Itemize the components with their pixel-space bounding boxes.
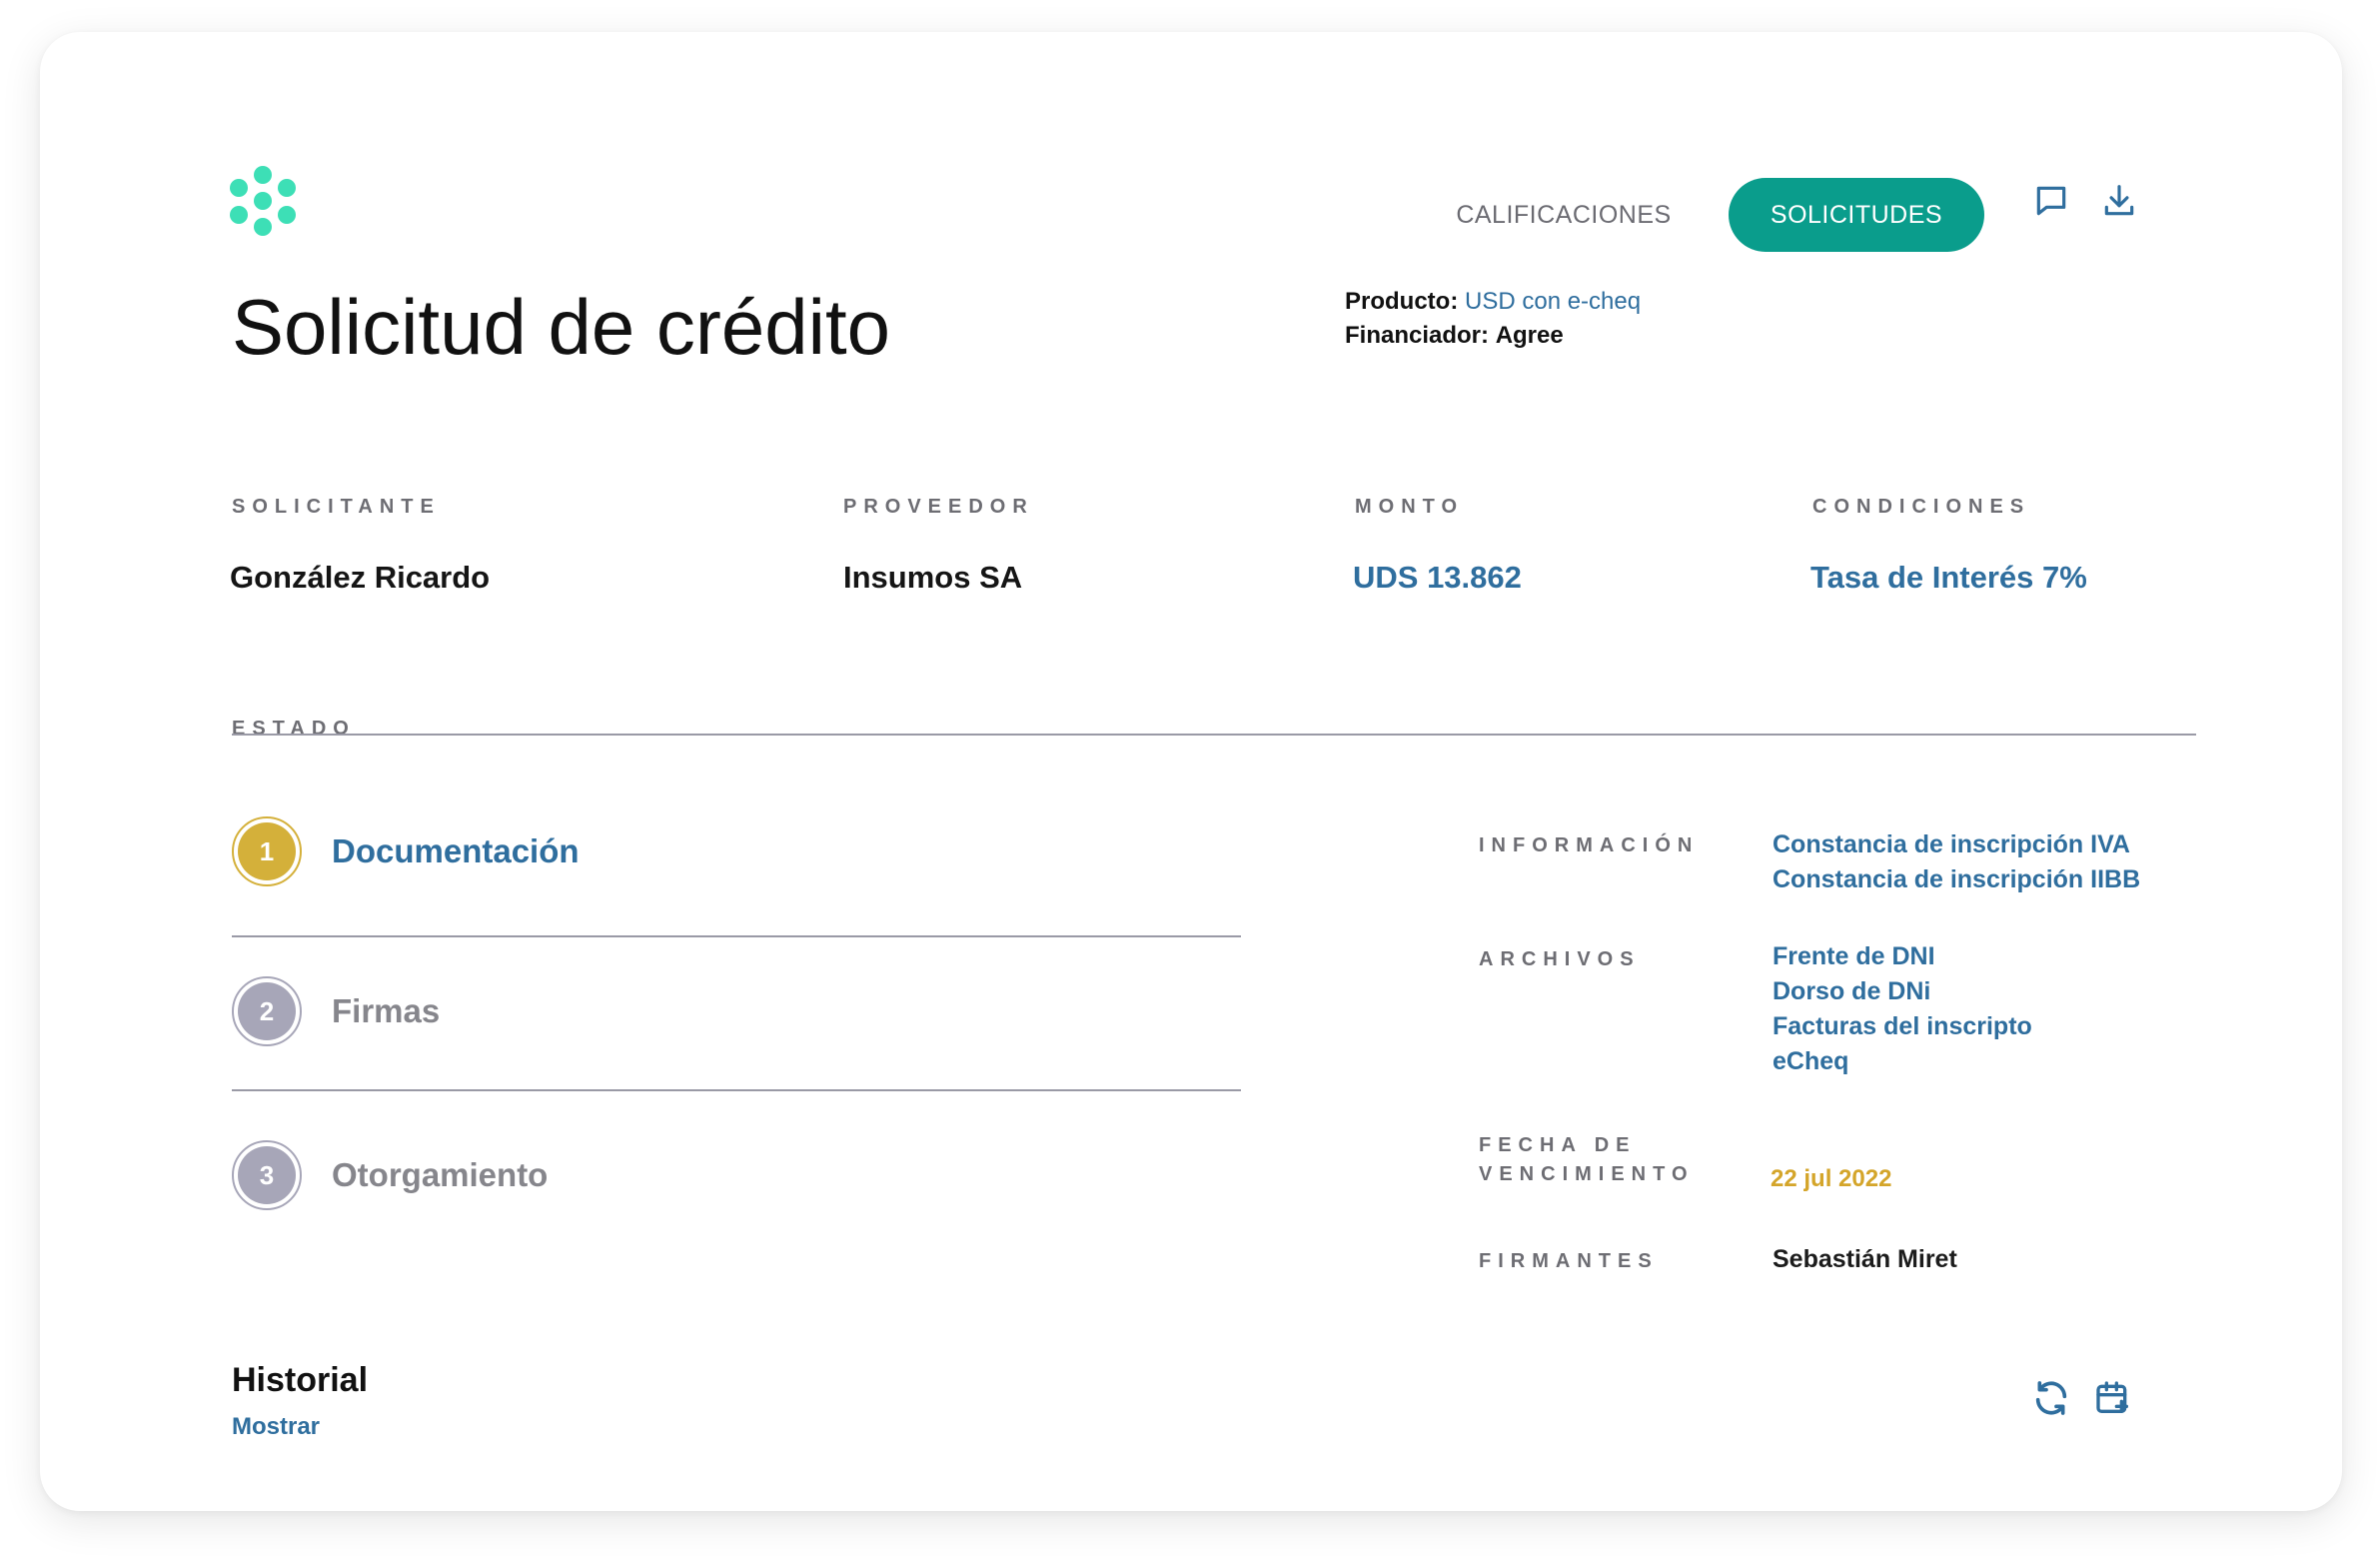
step-otorgamiento[interactable]: 3 Otorgamiento (232, 1135, 1241, 1215)
step-number-badge: 2 (232, 976, 302, 1046)
step-label: Otorgamiento (332, 1156, 549, 1193)
step-number-badge: 3 (232, 1140, 302, 1210)
step-number: 3 (238, 1146, 296, 1204)
historial-show-link[interactable]: Mostrar (232, 1413, 320, 1441)
informacion-label: INFORMACIÓN (1479, 834, 1700, 856)
financier-label: Financiador: (1345, 322, 1490, 349)
vencimiento-label-line1: FECHA DE (1479, 1134, 1637, 1156)
estado-divider (232, 734, 2196, 736)
historial-title: Historial (232, 1361, 369, 1399)
step-label: Documentación (332, 832, 580, 869)
proveedor-label: PROVEEDOR (843, 496, 1034, 518)
vencimiento-label-line2: VENCIMIENTO (1479, 1163, 1695, 1185)
solicitante-label: SOLICITANTE (232, 496, 441, 518)
proveedor-value: Insumos SA (843, 560, 1023, 595)
step-number-badge: 1 (232, 816, 302, 886)
condiciones-value[interactable]: Tasa de Interés 7% (1810, 560, 2087, 596)
product-value[interactable]: USD con e-cheq (1465, 288, 1641, 315)
page-title: Solicitud de crédito (232, 283, 891, 371)
step-number: 1 (238, 822, 296, 880)
doc-link-iibb[interactable]: Constancia de inscripción IIBB (1773, 862, 2140, 897)
file-link-dni-back[interactable]: Dorso de DNi (1773, 974, 2032, 1009)
product-info: Producto: USD con e-cheq (1345, 288, 1641, 316)
financier-info: Financiador: Agree (1345, 322, 1564, 350)
tab-calificaciones[interactable]: CALIFICACIONES (1439, 178, 1689, 252)
step-documentacion[interactable]: 1 Documentación (232, 811, 1241, 891)
chat-icon[interactable] (2028, 178, 2074, 224)
product-label: Producto: (1345, 288, 1459, 315)
step-divider (232, 1089, 1241, 1091)
archivos-list: Frente de DNI Dorso de DNi Facturas del … (1773, 939, 2032, 1079)
step-number: 2 (238, 982, 296, 1040)
vencimiento-label: FECHA DE VENCIMIENTO (1479, 1131, 1695, 1189)
archivos-label: ARCHIVOS (1479, 948, 1641, 970)
brand-logo-icon (230, 166, 296, 236)
file-link-invoices[interactable]: Facturas del inscripto (1773, 1009, 2032, 1044)
condiciones-label: CONDICIONES (1812, 496, 2031, 518)
download-icon[interactable] (2096, 178, 2142, 224)
firmantes-value: Sebastián Miret (1773, 1245, 1957, 1273)
calendar-add-icon[interactable] (2090, 1375, 2136, 1421)
solicitante-value: González Ricardo (230, 560, 491, 595)
vencimiento-value: 22 jul 2022 (1771, 1165, 1892, 1192)
tab-solicitudes[interactable]: SOLICITUDES (1729, 178, 1984, 252)
estado-label: ESTADO (232, 718, 356, 740)
financier-value: Agree (1495, 322, 1564, 349)
monto-value[interactable]: UDS 13.862 (1353, 560, 1522, 596)
step-firmas[interactable]: 2 Firmas (232, 971, 1241, 1051)
doc-link-iva[interactable]: Constancia de inscripción IVA (1773, 827, 2140, 862)
credit-request-card: CALIFICACIONES SOLICITUDES Solicitud de … (40, 32, 2342, 1511)
refresh-icon[interactable] (2028, 1375, 2074, 1421)
step-divider (232, 935, 1241, 937)
informacion-list: Constancia de inscripción IVA Constancia… (1773, 827, 2140, 897)
monto-label: MONTO (1355, 496, 1465, 518)
file-link-echeq[interactable]: eCheq (1773, 1044, 2032, 1079)
step-label: Firmas (332, 992, 441, 1029)
firmantes-label: FIRMANTES (1479, 1250, 1659, 1272)
file-link-dni-front[interactable]: Frente de DNI (1773, 939, 2032, 974)
